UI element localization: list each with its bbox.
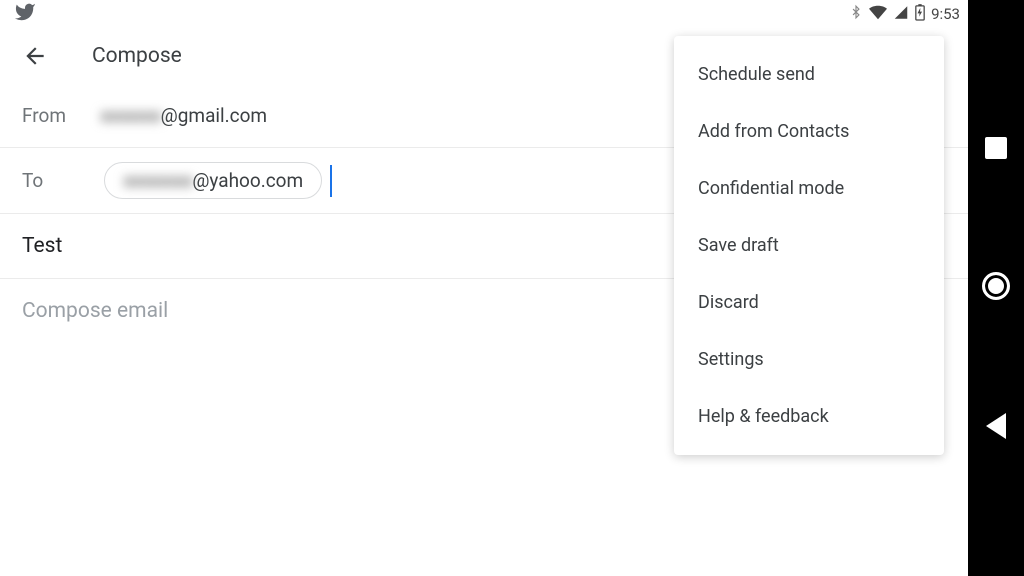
status-left xyxy=(14,1,36,27)
status-right: 9:53 xyxy=(849,4,960,25)
app-screen: 9:53 Compose From xxxxxxx@gmail.com To x… xyxy=(0,0,968,576)
twitter-notification-icon xyxy=(14,1,36,27)
overflow-menu: Schedule send Add from Contacts Confiden… xyxy=(674,36,944,455)
to-domain: @yahoo.com xyxy=(192,169,303,192)
text-cursor xyxy=(330,165,332,197)
menu-item-help-feedback[interactable]: Help & feedback xyxy=(674,388,944,445)
menu-item-discard[interactable]: Discard xyxy=(674,274,944,331)
status-time: 9:53 xyxy=(931,5,960,23)
from-label: From xyxy=(22,104,100,127)
recents-button[interactable] xyxy=(985,137,1007,159)
battery-charging-icon xyxy=(915,4,925,25)
system-navigation-bar xyxy=(968,0,1024,576)
home-button[interactable] xyxy=(982,272,1010,300)
to-label: To xyxy=(22,169,100,192)
status-bar: 9:53 xyxy=(0,0,968,28)
menu-item-add-from-contacts[interactable]: Add from Contacts xyxy=(674,103,944,160)
from-domain: @gmail.com xyxy=(161,104,267,127)
page-title: Compose xyxy=(92,44,182,68)
menu-item-confidential-mode[interactable]: Confidential mode xyxy=(674,160,944,217)
from-value: xxxxxxx@gmail.com xyxy=(100,104,267,127)
menu-item-schedule-send[interactable]: Schedule send xyxy=(674,46,944,103)
cellular-signal-icon xyxy=(893,5,909,24)
from-user-masked: xxxxxxx xyxy=(100,104,161,127)
recipient-chip[interactable]: xxxxxxxx@yahoo.com xyxy=(104,162,322,199)
bluetooth-icon xyxy=(849,4,863,24)
to-user-masked: xxxxxxxx xyxy=(123,169,192,192)
menu-item-save-draft[interactable]: Save draft xyxy=(674,217,944,274)
menu-item-settings[interactable]: Settings xyxy=(674,331,944,388)
wifi-icon xyxy=(869,5,887,24)
back-nav-button[interactable] xyxy=(986,413,1006,439)
back-button[interactable] xyxy=(22,43,48,69)
